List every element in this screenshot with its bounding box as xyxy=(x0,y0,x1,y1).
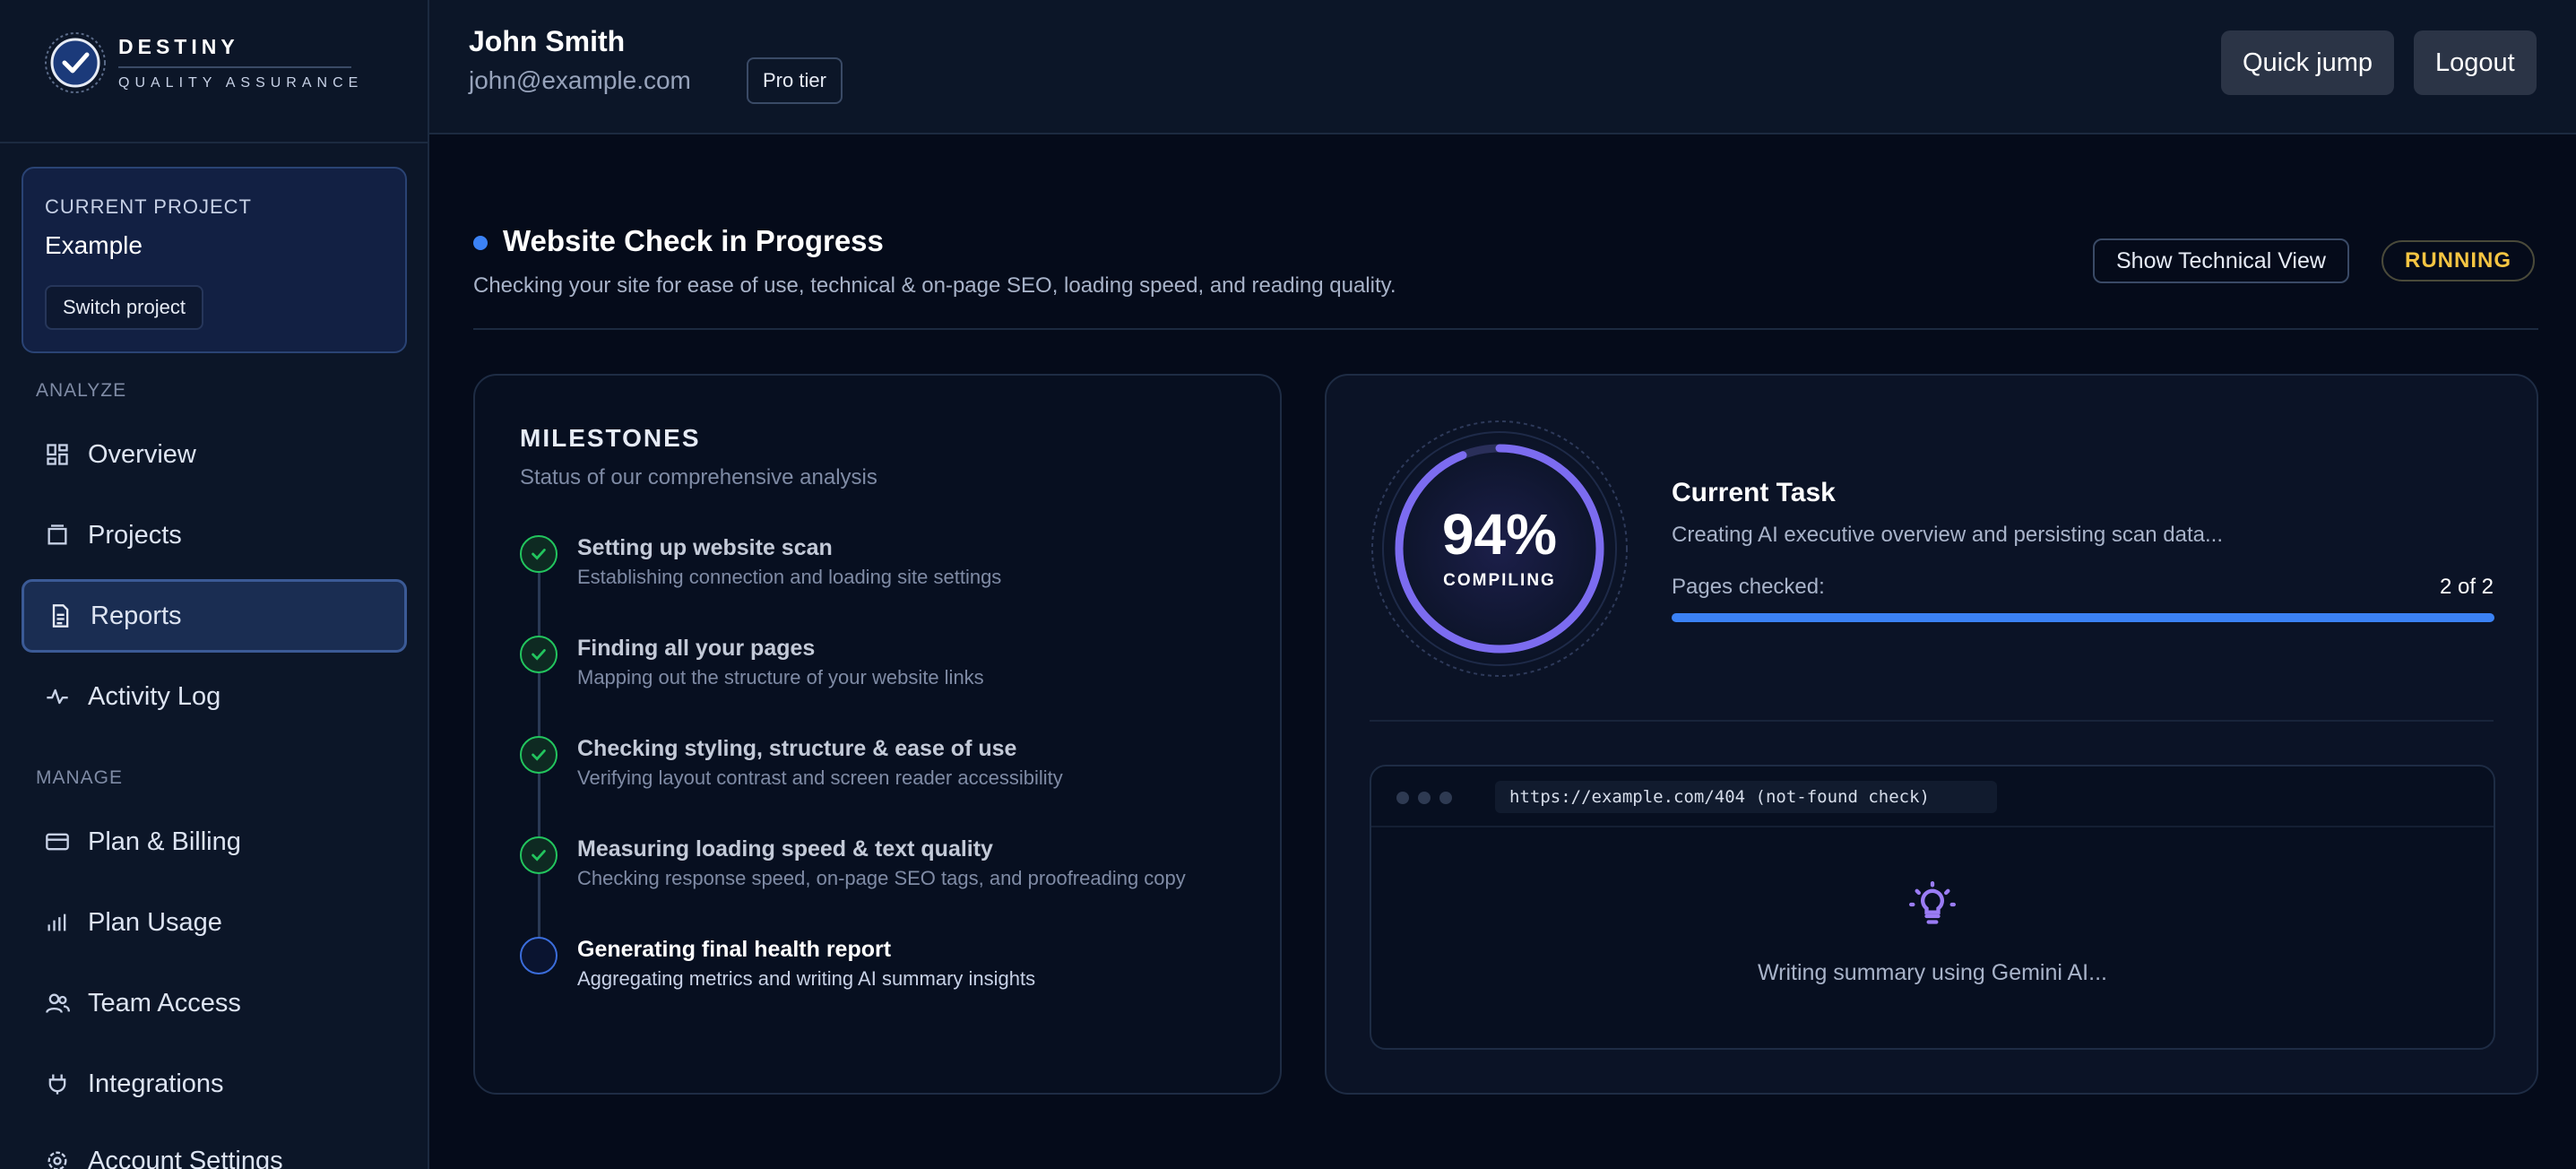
sidebar-divider xyxy=(0,142,428,143)
check-badge-icon xyxy=(45,32,106,93)
milestone-desc: Mapping out the structure of your websit… xyxy=(577,666,984,688)
milestones-title: MILESTONES xyxy=(520,424,701,452)
browser-toolbar: https://example.com/404 (not-found check… xyxy=(1371,766,2494,827)
sidebar-item-projects[interactable]: Projects xyxy=(22,498,407,572)
pages-checked-label: Pages checked: xyxy=(1672,575,1825,599)
credit-card-icon xyxy=(46,833,69,851)
nav-heading-manage: MANAGE xyxy=(36,767,124,788)
progress-percent: 94% xyxy=(1441,502,1558,567)
milestones-panel: MILESTONES Status of our comprehensive a… xyxy=(473,374,1282,1095)
sidebar-item-label: Integrations xyxy=(88,1069,224,1098)
milestones-subtitle: Status of our comprehensive analysis xyxy=(520,465,877,489)
pages-progress-fill xyxy=(1672,613,2494,622)
page-title: Website Check in Progress xyxy=(503,224,884,257)
switch-project-button[interactable]: Switch project xyxy=(45,285,203,330)
sidebar-item-label: Plan & Billing xyxy=(88,827,241,856)
user-email: john@example.com xyxy=(469,66,691,94)
task-divider xyxy=(1370,720,2494,722)
window-dot xyxy=(1439,792,1452,804)
plug-icon xyxy=(48,1074,66,1095)
bar-chart-icon xyxy=(48,914,66,931)
milestone-name: Setting up website scan xyxy=(577,535,833,560)
sidebar-item-reports[interactable]: Reports xyxy=(22,579,407,653)
current-task-panel: 94% COMPILING Current Task Creating AI e… xyxy=(1325,374,2538,1095)
check-icon xyxy=(520,836,558,874)
check-icon xyxy=(520,736,558,774)
check-icon xyxy=(520,535,558,573)
folder-icon xyxy=(48,524,67,545)
tier-badge: Pro tier xyxy=(747,57,843,104)
sidebar-item-plan-usage[interactable]: Plan Usage xyxy=(22,886,407,959)
brand-divider xyxy=(118,65,351,68)
sidebar-item-plan-billing[interactable]: Plan & Billing xyxy=(22,805,407,879)
sidebar-item-activity-log[interactable]: Activity Log xyxy=(22,660,407,733)
sidebar-item-label: Account Settings xyxy=(88,1146,283,1169)
sidebar-item-overview[interactable]: Overview xyxy=(22,418,407,491)
milestone-desc: Verifying layout contrast and screen rea… xyxy=(577,766,1063,789)
milestone-name: Finding all your pages xyxy=(577,636,816,661)
sidebar-item-team-access[interactable]: Team Access xyxy=(22,966,407,1040)
milestone-name: Measuring loading speed & text quality xyxy=(577,836,993,862)
progress-ring: 94% COMPILING xyxy=(1370,419,1629,679)
lightbulb-icon xyxy=(1909,881,1956,924)
milestone-desc: Establishing connection and loading site… xyxy=(577,566,1002,588)
sidebar-item-label: Reports xyxy=(91,601,182,630)
pages-progress-bar xyxy=(1672,613,2494,622)
document-icon xyxy=(52,604,69,628)
sidebar-item-label: Team Access xyxy=(88,988,241,1017)
title-divider xyxy=(473,328,2538,330)
dashboard-icon xyxy=(47,444,68,465)
show-technical-view-button[interactable]: Show Technical View xyxy=(2093,238,2349,283)
milestone-name: Generating final health report xyxy=(577,937,892,962)
project-label: CURRENT PROJECT xyxy=(45,195,252,218)
sidebar-item-label: Plan Usage xyxy=(88,907,222,937)
brand-name: DESTINY xyxy=(118,34,239,58)
sidebar-item-label: Activity Log xyxy=(88,681,221,711)
pending-circle-icon xyxy=(520,937,558,974)
brand-tagline: QUALITY ASSURANCE xyxy=(118,74,364,91)
pages-checked-value: 2 of 2 xyxy=(2439,575,2494,599)
activity-icon xyxy=(47,688,68,705)
logout-button[interactable]: Logout xyxy=(2414,30,2537,95)
window-dot xyxy=(1418,792,1431,804)
sidebar-item-integrations[interactable]: Integrations xyxy=(22,1047,407,1121)
milestone-name: Checking styling, structure & ease of us… xyxy=(577,736,1017,761)
nav-heading-analyze: ANALYZE xyxy=(36,380,127,401)
current-project-card: CURRENT PROJECT Example Switch project xyxy=(22,167,407,353)
progress-phase: COMPILING xyxy=(1443,571,1556,590)
quick-jump-button[interactable]: Quick jump xyxy=(2221,30,2395,95)
browser-preview: https://example.com/404 (not-found check… xyxy=(1370,765,2495,1050)
milestone-desc: Aggregating metrics and writing AI summa… xyxy=(577,967,1036,990)
url-bar: https://example.com/404 (not-found check… xyxy=(1495,781,1997,813)
sidebar: DESTINY QUALITY ASSURANCE CURRENT PROJEC… xyxy=(0,0,429,1169)
sidebar-item-label: Projects xyxy=(88,520,182,550)
page-subtitle: Checking your site for ease of use, tech… xyxy=(473,273,1396,298)
status-badge: RUNNING xyxy=(2382,240,2535,281)
top-header: John Smith john@example.com Pro tier Qui… xyxy=(429,0,2576,134)
users-icon xyxy=(46,993,70,1013)
browser-status-message: Writing summary using Gemini AI... xyxy=(1758,960,2107,985)
brand[interactable]: DESTINY QUALITY ASSURANCE xyxy=(43,29,363,97)
sidebar-item-label: Overview xyxy=(88,439,196,469)
sidebar-item-account-settings[interactable]: Account Settings xyxy=(22,1124,407,1169)
task-description: Creating AI executive overview and persi… xyxy=(1672,523,2223,547)
check-icon xyxy=(520,636,558,673)
task-title: Current Task xyxy=(1672,478,1836,507)
gear-icon xyxy=(48,1151,67,1169)
status-dot xyxy=(473,236,488,250)
project-name: Example xyxy=(45,231,143,259)
milestone-desc: Checking response speed, on-page SEO tag… xyxy=(577,867,1186,889)
user-name: John Smith xyxy=(469,25,626,57)
window-dot xyxy=(1396,792,1409,804)
